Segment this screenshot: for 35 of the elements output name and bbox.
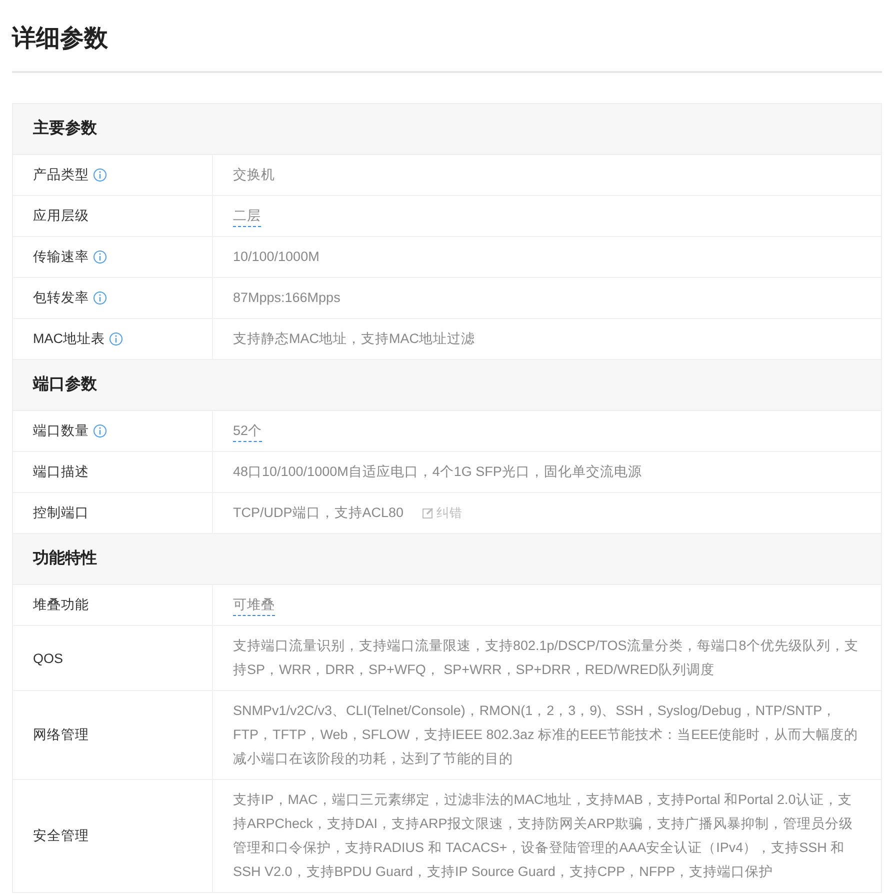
spec-label: 端口数量 bbox=[33, 422, 89, 440]
spec-label: 应用层级 bbox=[33, 207, 89, 225]
spec-value: SNMPv1/v2C/v3、CLI(Telnet/Console)，RMON(1，2，3，9)、SSH，Syslog/Debug，NTP/SNTP，FTP，TFTP，Web，SFLOW，支持IEEE 802.3az 标准的EEE节能技术：当EEE使能时，从而大幅度的减小端口在该阶段的功耗，达到了节能的目的 bbox=[233, 702, 860, 768]
spec-value: 支持静态MAC地址，支持MAC地址过滤 bbox=[233, 330, 475, 348]
spec-value: 10/100/1000M bbox=[233, 248, 320, 266]
spec-value: 48口10/100/1000M自适应电口，4个1G SFP光口，固化单交流电源 bbox=[233, 463, 642, 481]
spec-value: 交换机 bbox=[233, 166, 275, 184]
edit-icon bbox=[422, 507, 434, 519]
spec-label: 堆叠功能 bbox=[33, 596, 89, 614]
page-title: 详细参数 bbox=[12, 24, 109, 54]
spec-label: 网络管理 bbox=[33, 726, 89, 744]
spec-label: QOS bbox=[33, 650, 64, 666]
spec-value-link[interactable]: 52个 bbox=[233, 420, 262, 442]
info-icon[interactable] bbox=[93, 291, 107, 305]
info-icon[interactable] bbox=[93, 424, 107, 438]
spec-value: TCP/UDP端口，支持ACL80 bbox=[233, 504, 404, 522]
spec-value: 支持IP，MAC，端口三元素绑定，过滤非法的MAC地址，支持MAB，支持Portal 和Portal 2.0认证，支持ARPCheck，支持DAI，支持ARP报文限速，支持防网关ARP欺骗，支持广播风暴抑制，管理员分级管理和口令保护，支持RADIUS 和 TACACS+，设备登陆管理的AAA安全认证（IPv4），支持SSH 和 SSH V2.0，支持BPDU Guard，支持IP Source Guard，支持CPP，NFPP，支持端口保护 bbox=[233, 791, 854, 881]
correction-link[interactable]: 纠错 bbox=[422, 501, 463, 525]
section-header: 主要参数 bbox=[13, 104, 881, 155]
info-icon[interactable] bbox=[93, 250, 107, 264]
spec-label: 控制端口 bbox=[33, 504, 89, 522]
spec-label: MAC地址表 bbox=[33, 330, 105, 348]
spec-value-link[interactable]: 二层 bbox=[233, 206, 261, 226]
info-icon[interactable] bbox=[93, 168, 107, 182]
section-header: 端口参数 bbox=[13, 360, 881, 411]
spec-value: 支持端口流量识别，支持端口流量限速，支持802.1p/DSCP/TOS流量分类，每端口8个优先级队列，支持SP，WRR，DRR，SP+WFQ， SP+WRR，SP+DRR，RED/WRED队列调度 bbox=[233, 637, 860, 679]
spec-value: 87Mpps:166Mpps bbox=[233, 289, 340, 307]
spec-value-link[interactable]: 可堆叠 bbox=[233, 594, 275, 616]
section-header: 功能特性 bbox=[13, 534, 881, 585]
spec-label: 产品类型 bbox=[33, 166, 89, 184]
spec-label: 端口描述 bbox=[33, 463, 89, 481]
spec-label: 包转发率 bbox=[33, 289, 89, 307]
spec-label: 传输速率 bbox=[33, 248, 89, 266]
spec-label: 安全管理 bbox=[33, 827, 89, 845]
info-icon[interactable] bbox=[109, 332, 123, 346]
